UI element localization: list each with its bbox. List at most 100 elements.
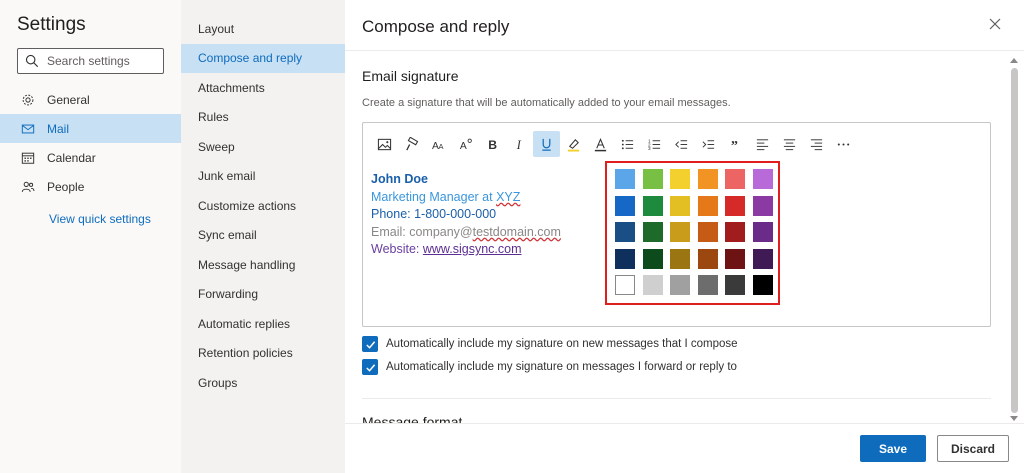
svg-text:I: I bbox=[516, 138, 522, 152]
settings-title: Settings bbox=[17, 14, 86, 35]
settings-nav-pane: Settings Search settings General Mail Ca… bbox=[0, 0, 181, 473]
mail-nav-compose-and-reply[interactable]: Compose and reply bbox=[181, 43, 345, 73]
scrollbar[interactable] bbox=[1008, 56, 1020, 424]
font-color-icon[interactable] bbox=[587, 131, 614, 157]
mail-nav-rules[interactable]: Rules bbox=[181, 103, 345, 133]
auto-signature-reply-option[interactable]: Automatically include my signature on me… bbox=[362, 359, 737, 375]
nav-calendar[interactable]: Calendar bbox=[0, 143, 181, 172]
outdent-icon[interactable] bbox=[668, 131, 695, 157]
align-right-icon[interactable] bbox=[803, 131, 830, 157]
color-swatch[interactable] bbox=[670, 248, 690, 269]
align-center-icon[interactable] bbox=[776, 131, 803, 157]
align-left-icon[interactable] bbox=[749, 131, 776, 157]
people-icon bbox=[21, 181, 35, 192]
color-swatch[interactable] bbox=[615, 222, 635, 242]
mail-nav-message-handling[interactable]: Message handling bbox=[181, 250, 345, 280]
color-swatch[interactable] bbox=[697, 248, 718, 269]
option-label: Automatically include my signature on ne… bbox=[386, 338, 738, 350]
pane-title: Compose and reply bbox=[362, 17, 510, 36]
color-swatch[interactable] bbox=[615, 275, 635, 295]
mail-nav-sweep[interactable]: Sweep bbox=[181, 132, 345, 162]
color-swatch[interactable] bbox=[725, 248, 745, 269]
color-swatch[interactable] bbox=[642, 169, 663, 189]
sig-email: Email: company@testdomain.com bbox=[371, 224, 561, 239]
font-size-icon[interactable]: AA bbox=[425, 131, 452, 157]
save-button[interactable]: Save bbox=[860, 435, 926, 462]
search-input[interactable]: Search settings bbox=[17, 48, 164, 74]
italic-icon[interactable]: I bbox=[506, 131, 533, 157]
color-swatch[interactable] bbox=[725, 169, 745, 189]
svg-text:3: 3 bbox=[648, 146, 651, 151]
checkbox[interactable] bbox=[362, 359, 378, 375]
nav-label: People bbox=[47, 179, 85, 194]
color-swatch[interactable] bbox=[615, 248, 635, 269]
view-quick-settings-link[interactable]: View quick settings bbox=[49, 212, 151, 226]
svg-text:A: A bbox=[439, 142, 444, 151]
signature-editor[interactable]: AA A B I 123 ” John Doe Marketing Manage… bbox=[362, 122, 991, 327]
color-swatch[interactable] bbox=[670, 275, 690, 295]
svg-text:A: A bbox=[460, 141, 467, 152]
grow-font-icon[interactable]: A bbox=[452, 131, 479, 157]
mail-nav-customize-actions[interactable]: Customize actions bbox=[181, 191, 345, 221]
format-toolbar: AA A B I 123 ” bbox=[371, 131, 857, 157]
color-swatch[interactable] bbox=[615, 195, 635, 216]
nav-general[interactable]: General bbox=[0, 85, 181, 114]
bold-icon[interactable]: B bbox=[479, 131, 506, 157]
sig-phone: Phone: 1-800-000-000 bbox=[371, 207, 497, 221]
color-swatch[interactable] bbox=[725, 275, 745, 295]
scroll-up-icon[interactable] bbox=[1010, 58, 1018, 63]
color-swatch[interactable] bbox=[752, 275, 773, 295]
scroll-thumb[interactable] bbox=[1011, 68, 1018, 413]
checkbox[interactable] bbox=[362, 336, 378, 352]
color-swatch[interactable] bbox=[697, 169, 718, 189]
color-swatch[interactable] bbox=[725, 222, 745, 242]
color-swatch[interactable] bbox=[642, 275, 663, 295]
website-link[interactable]: www.sigsync.com bbox=[423, 242, 522, 256]
checkmark-icon bbox=[365, 340, 375, 349]
more-icon[interactable] bbox=[830, 131, 857, 157]
mail-nav-retention-policies[interactable]: Retention policies bbox=[181, 339, 345, 369]
color-swatch[interactable] bbox=[642, 248, 663, 269]
color-swatch[interactable] bbox=[615, 169, 635, 189]
mail-nav-junk-email[interactable]: Junk email bbox=[181, 162, 345, 192]
mail-nav-forwarding[interactable]: Forwarding bbox=[181, 280, 345, 310]
color-swatch[interactable] bbox=[752, 195, 773, 216]
color-swatch[interactable] bbox=[752, 169, 773, 189]
scroll-down-icon[interactable] bbox=[1010, 416, 1018, 421]
mail-nav-layout[interactable]: Layout bbox=[181, 14, 345, 44]
auto-signature-new-option[interactable]: Automatically include my signature on ne… bbox=[362, 336, 738, 352]
color-swatch[interactable] bbox=[752, 248, 773, 269]
color-swatch[interactable] bbox=[642, 222, 663, 242]
mail-nav-automatic-replies[interactable]: Automatic replies bbox=[181, 309, 345, 339]
nav-people[interactable]: People bbox=[0, 172, 181, 201]
color-swatch[interactable] bbox=[670, 195, 690, 216]
picture-icon[interactable] bbox=[371, 131, 398, 157]
indent-icon[interactable] bbox=[695, 131, 722, 157]
nav-mail[interactable]: Mail bbox=[0, 114, 181, 143]
nav-label: Calendar bbox=[47, 150, 96, 165]
quote-icon[interactable]: ” bbox=[722, 131, 749, 157]
color-palette bbox=[605, 161, 780, 305]
mail-nav-sync-email[interactable]: Sync email bbox=[181, 221, 345, 251]
color-swatch[interactable] bbox=[670, 169, 690, 189]
mail-nav-groups[interactable]: Groups bbox=[181, 368, 345, 398]
color-swatch[interactable] bbox=[697, 195, 718, 216]
discard-button[interactable]: Discard bbox=[937, 435, 1009, 462]
color-swatch[interactable] bbox=[697, 222, 718, 242]
color-swatch[interactable] bbox=[642, 195, 663, 216]
next-section-title: Message format bbox=[362, 414, 463, 423]
format-painter-icon[interactable] bbox=[398, 131, 425, 157]
numbering-icon[interactable]: 123 bbox=[641, 131, 668, 157]
bullets-icon[interactable] bbox=[614, 131, 641, 157]
underline-icon[interactable] bbox=[533, 131, 560, 157]
color-swatch[interactable] bbox=[670, 222, 690, 242]
color-swatch[interactable] bbox=[697, 275, 718, 295]
color-swatch[interactable] bbox=[752, 222, 773, 242]
mail-nav-attachments[interactable]: Attachments bbox=[181, 73, 345, 103]
highlight-icon[interactable] bbox=[560, 131, 587, 157]
close-icon[interactable] bbox=[988, 17, 1002, 31]
color-swatch[interactable] bbox=[725, 195, 745, 216]
mail-settings-nav: Layout Compose and reply Attachments Rules S… bbox=[181, 0, 345, 473]
compose-reply-pane: Compose and reply Email signature Create… bbox=[345, 0, 1024, 473]
signature-content[interactable]: John Doe Marketing Manager at XYZ Phone:… bbox=[371, 171, 561, 259]
